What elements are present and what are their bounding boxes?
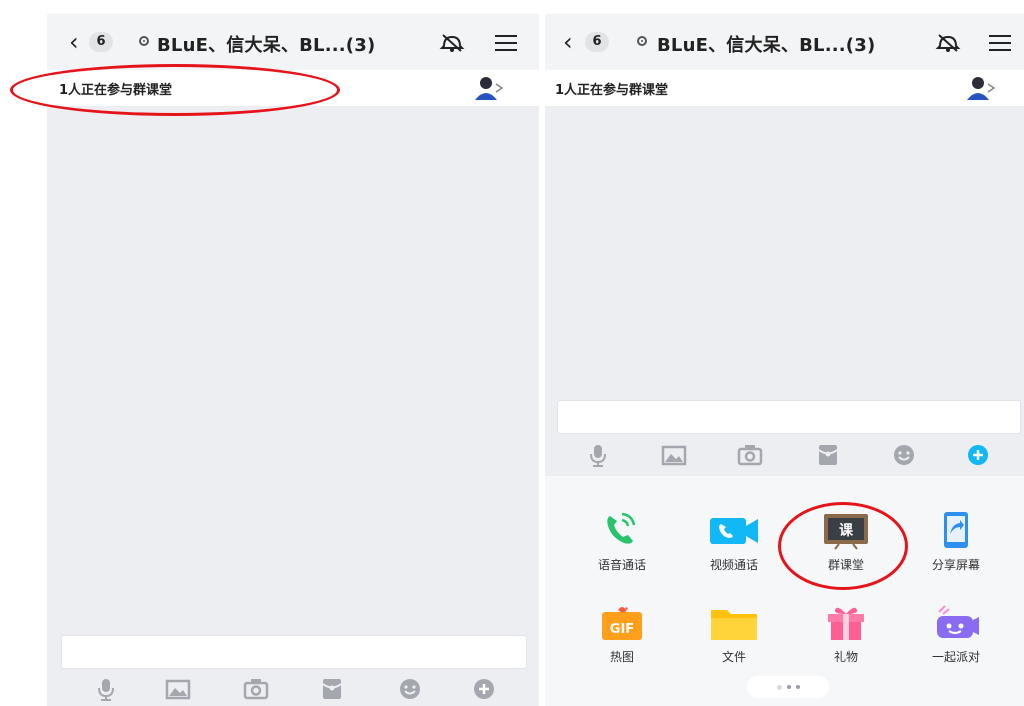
function-label: 语音通话 [597,558,646,572]
input-toolbar [545,436,1024,476]
gift-icon [828,607,864,640]
voice-call-icon [607,512,636,544]
red-envelope-icon[interactable] [319,676,345,702]
file-button[interactable]: 文件 [689,604,779,665]
share-screen-icon [944,512,968,548]
microphone-icon[interactable] [93,676,119,702]
input-area [47,626,539,672]
chat-header: ‹ 6 BLuE、信大呆、BL...(3) [545,14,1024,70]
chat-header: ‹ 6 BLuE、信大呆、BL...(3) [47,14,539,70]
red-envelope-icon[interactable] [815,442,841,468]
plus-icon[interactable] [471,676,497,702]
group-class-notice[interactable]: 1人正在参与群课堂 [545,70,1024,106]
camera-icon[interactable] [737,442,763,468]
function-panel: 语音通话 视频通话 课 群课堂 分享屏幕 GIF 热图 文件 礼物 一起派对 [545,476,1024,706]
input-area [545,396,1024,436]
chat-message-area [47,106,539,626]
share-screen-button[interactable]: 分享屏幕 [911,510,1001,573]
function-label: 礼物 [833,650,858,664]
message-input[interactable] [557,400,1021,434]
emoji-icon[interactable] [397,676,423,702]
notification-muted-icon[interactable] [439,32,465,54]
annotation-circle-notice [10,64,340,116]
function-label: 文件 [721,650,746,664]
right-chat-screen: ‹ 6 BLuE、信大呆、BL...(3) 1人正在参与群课堂 语音通话 视频通… [545,0,1024,706]
back-icon[interactable]: ‹ [69,30,79,54]
image-icon[interactable] [165,676,191,702]
unread-count-badge: 6 [89,32,113,52]
input-toolbar [47,672,539,706]
group-status-icon [139,36,149,46]
camera-icon[interactable] [243,676,269,702]
svg-text:GIF: GIF [610,622,634,637]
party-together-button[interactable]: 一起派对 [911,604,1001,665]
gift-button[interactable]: 礼物 [801,604,891,665]
image-icon[interactable] [661,442,687,468]
plus-icon-active[interactable] [965,442,991,468]
party-icon [937,605,979,638]
page-indicator [747,676,829,698]
back-icon[interactable]: ‹ [563,30,573,54]
notification-muted-icon[interactable] [935,32,961,54]
group-title[interactable]: BLuE、信大呆、BL...(3) [657,31,875,57]
notice-text: 1人正在参与群课堂 [555,83,669,98]
menu-icon[interactable] [495,35,517,51]
function-label: 视频通话 [709,558,758,572]
menu-icon[interactable] [989,35,1011,51]
video-call-button[interactable]: 视频通话 [689,510,779,573]
voice-call-button[interactable]: 语音通话 [577,510,667,573]
unread-count-badge: 6 [585,32,609,52]
annotation-circle-group-classroom [778,502,908,590]
avatar[interactable] [965,74,995,102]
message-input[interactable] [61,635,527,669]
gif-icon: GIF [602,607,642,640]
microphone-icon[interactable] [585,442,611,468]
avatar[interactable] [473,74,503,102]
emoji-icon[interactable] [891,442,917,468]
chat-message-area [545,106,1024,396]
folder-icon [711,610,757,640]
video-call-icon [710,518,758,544]
function-label: 热图 [609,650,634,664]
function-label: 分享屏幕 [931,558,980,572]
function-label: 一起派对 [931,650,980,664]
group-status-icon [637,36,647,46]
group-title[interactable]: BLuE、信大呆、BL...(3) [157,31,375,57]
hot-gif-button[interactable]: GIF 热图 [577,604,667,665]
